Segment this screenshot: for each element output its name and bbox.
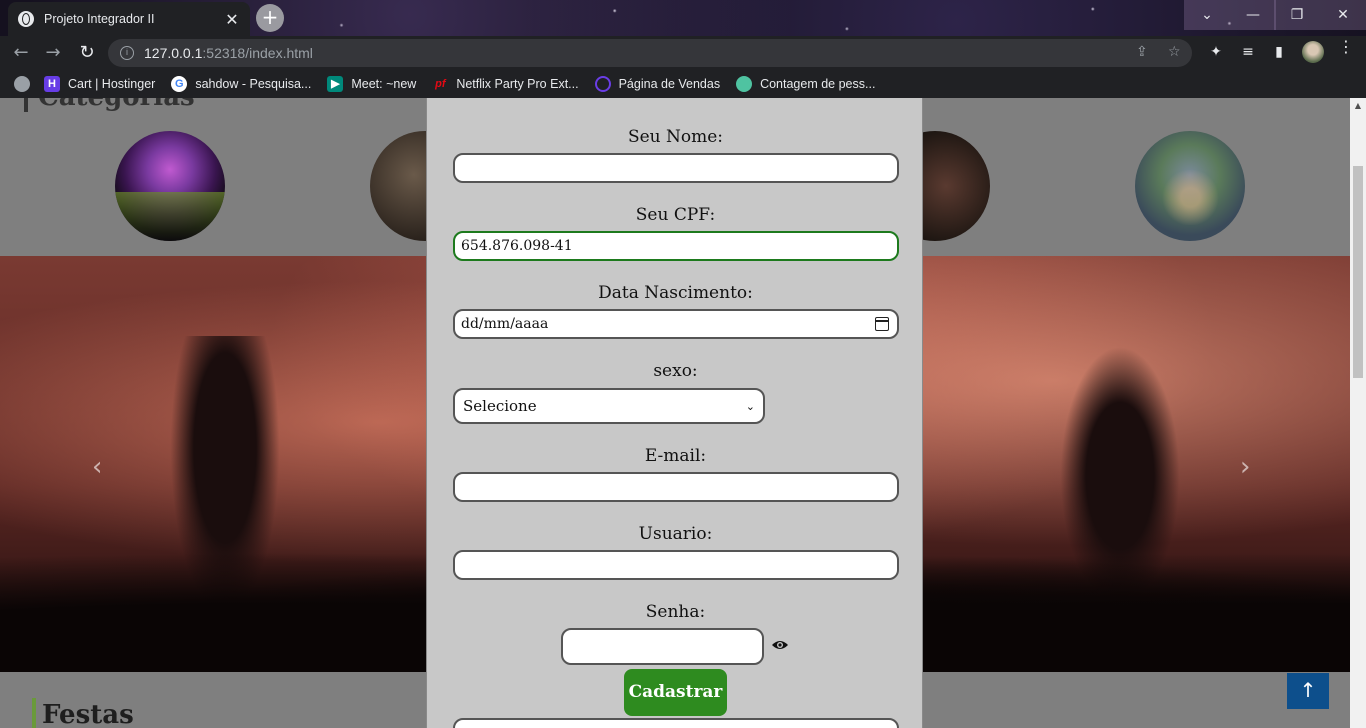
eye-icon[interactable] (771, 639, 789, 651)
password-label: Senha: (645, 602, 706, 622)
sex-select[interactable]: Selecione ⌄ (453, 388, 765, 424)
bookmark-label: Cart | Hostinger (68, 77, 156, 91)
restore-button[interactable]: ❐ (1274, 0, 1320, 30)
browser-titlebar: Projeto Integrador II ✕ + ⌄ — ❐ ✕ (0, 0, 1366, 36)
browser-toolbar: ← → ↻ i 127.0.0.1:52318/index.html ⇪ ☆ ✦… (0, 36, 1366, 70)
contagem-icon (736, 76, 753, 92)
back-to-top-button[interactable]: ↑ (1287, 673, 1329, 709)
calendar-icon[interactable] (875, 317, 889, 331)
hostinger-icon: H (44, 76, 60, 92)
performer-silhouette (170, 336, 280, 616)
back-arrow-icon[interactable]: ← (10, 42, 32, 64)
cpf-label: Seu CPF: (635, 205, 716, 225)
url-host: 127.0.0.1 (144, 45, 203, 61)
menu-dots-icon[interactable]: ⋮ (1338, 39, 1354, 55)
bookmark-item[interactable]: G sahdow - Pesquisa... (171, 76, 311, 92)
bookmark-label: Netflix Party Pro Ext... (456, 77, 579, 91)
bookmark-item[interactable]: H Cart | Hostinger (44, 76, 155, 92)
name-input[interactable] (453, 153, 899, 183)
tab-title: Projeto Integrador II (44, 12, 155, 26)
birth-date-input[interactable]: dd/mm/aaaa (453, 309, 899, 339)
carousel-prev-icon[interactable]: ‹ (92, 452, 102, 482)
user-input[interactable] (453, 550, 899, 580)
bookmark-label: Página de Vendas (618, 77, 721, 91)
scrollbar-thumb[interactable] (1353, 166, 1363, 378)
scroll-up-icon[interactable]: ▲ (1350, 98, 1366, 114)
registration-modal: Seu Nome: Seu CPF: 654.876.098-41 Data N… (426, 98, 923, 728)
password-input[interactable] (561, 628, 764, 665)
bookmark-label: sahdow - Pesquisa... (195, 77, 312, 91)
profile-avatar[interactable] (1302, 41, 1324, 63)
close-window-button[interactable]: ✕ (1320, 0, 1366, 30)
tab-search-button[interactable]: ⌄ (1184, 0, 1230, 30)
birth-date-placeholder: dd/mm/aaaa (461, 316, 549, 332)
email-label: E-mail: (644, 446, 707, 466)
side-panel-icon[interactable]: ▮ (1270, 44, 1288, 62)
tab-close-button[interactable]: ✕ (224, 10, 240, 29)
url-path: :52318/index.html (202, 45, 313, 61)
bookmark-star-icon[interactable]: ☆ (1168, 44, 1181, 60)
vendas-icon (594, 76, 611, 92)
submit-button[interactable]: Cadastrar (624, 669, 727, 716)
sex-selected-value: Selecione (463, 397, 537, 415)
chevron-down-icon: ⌄ (745, 399, 755, 413)
forward-arrow-icon[interactable]: → (42, 42, 64, 64)
crowd-silhouette (1060, 346, 1180, 606)
globe-icon (18, 11, 34, 27)
reload-icon[interactable]: ↻ (76, 42, 98, 64)
new-tab-button[interactable]: + (256, 4, 284, 32)
bookmark-item[interactable]: ▶ Meet: ~new (327, 76, 416, 92)
email-input[interactable] (453, 472, 899, 502)
category-group-image[interactable] (1135, 131, 1245, 241)
name-label: Seu Nome: (627, 127, 724, 147)
bookmark-label: Contagem de pess... (760, 77, 876, 91)
carousel-next-icon[interactable]: › (1240, 452, 1250, 482)
bookmarks-bar: H Cart | Hostinger G sahdow - Pesquisa..… (0, 70, 1366, 98)
sex-label: sexo: (653, 361, 698, 381)
bookmark-label: Meet: ~new (351, 77, 417, 91)
extra-input[interactable] (453, 718, 899, 728)
category-party-image[interactable] (115, 131, 225, 241)
share-icon[interactable]: ⇪ (1136, 44, 1148, 60)
google-icon: G (171, 76, 188, 92)
categories-heading: Categorias (24, 98, 195, 112)
user-label: Usuario: (638, 524, 713, 544)
address-bar[interactable]: i 127.0.0.1:52318/index.html (108, 39, 1192, 67)
cpf-input[interactable]: 654.876.098-41 (453, 231, 899, 261)
bookmark-item[interactable]: pf Netflix Party Pro Ext... (432, 76, 578, 92)
bookmark-item[interactable]: Página de Vendas (594, 76, 721, 92)
meet-icon: ▶ (327, 76, 344, 92)
netflix-party-icon: pf (435, 78, 446, 90)
minimize-button[interactable]: — (1230, 0, 1276, 30)
apps-icon[interactable] (14, 76, 30, 92)
browser-tab[interactable]: Projeto Integrador II ✕ (8, 2, 250, 36)
media-queue-icon[interactable]: ≡ (1239, 44, 1257, 62)
birth-date-label: Data Nascimento: (598, 283, 753, 303)
site-info-icon[interactable]: i (120, 46, 134, 60)
festas-heading: Festas (32, 698, 134, 728)
bookmark-item[interactable]: Contagem de pess... (736, 76, 875, 92)
extensions-icon[interactable]: ✦ (1207, 44, 1225, 62)
